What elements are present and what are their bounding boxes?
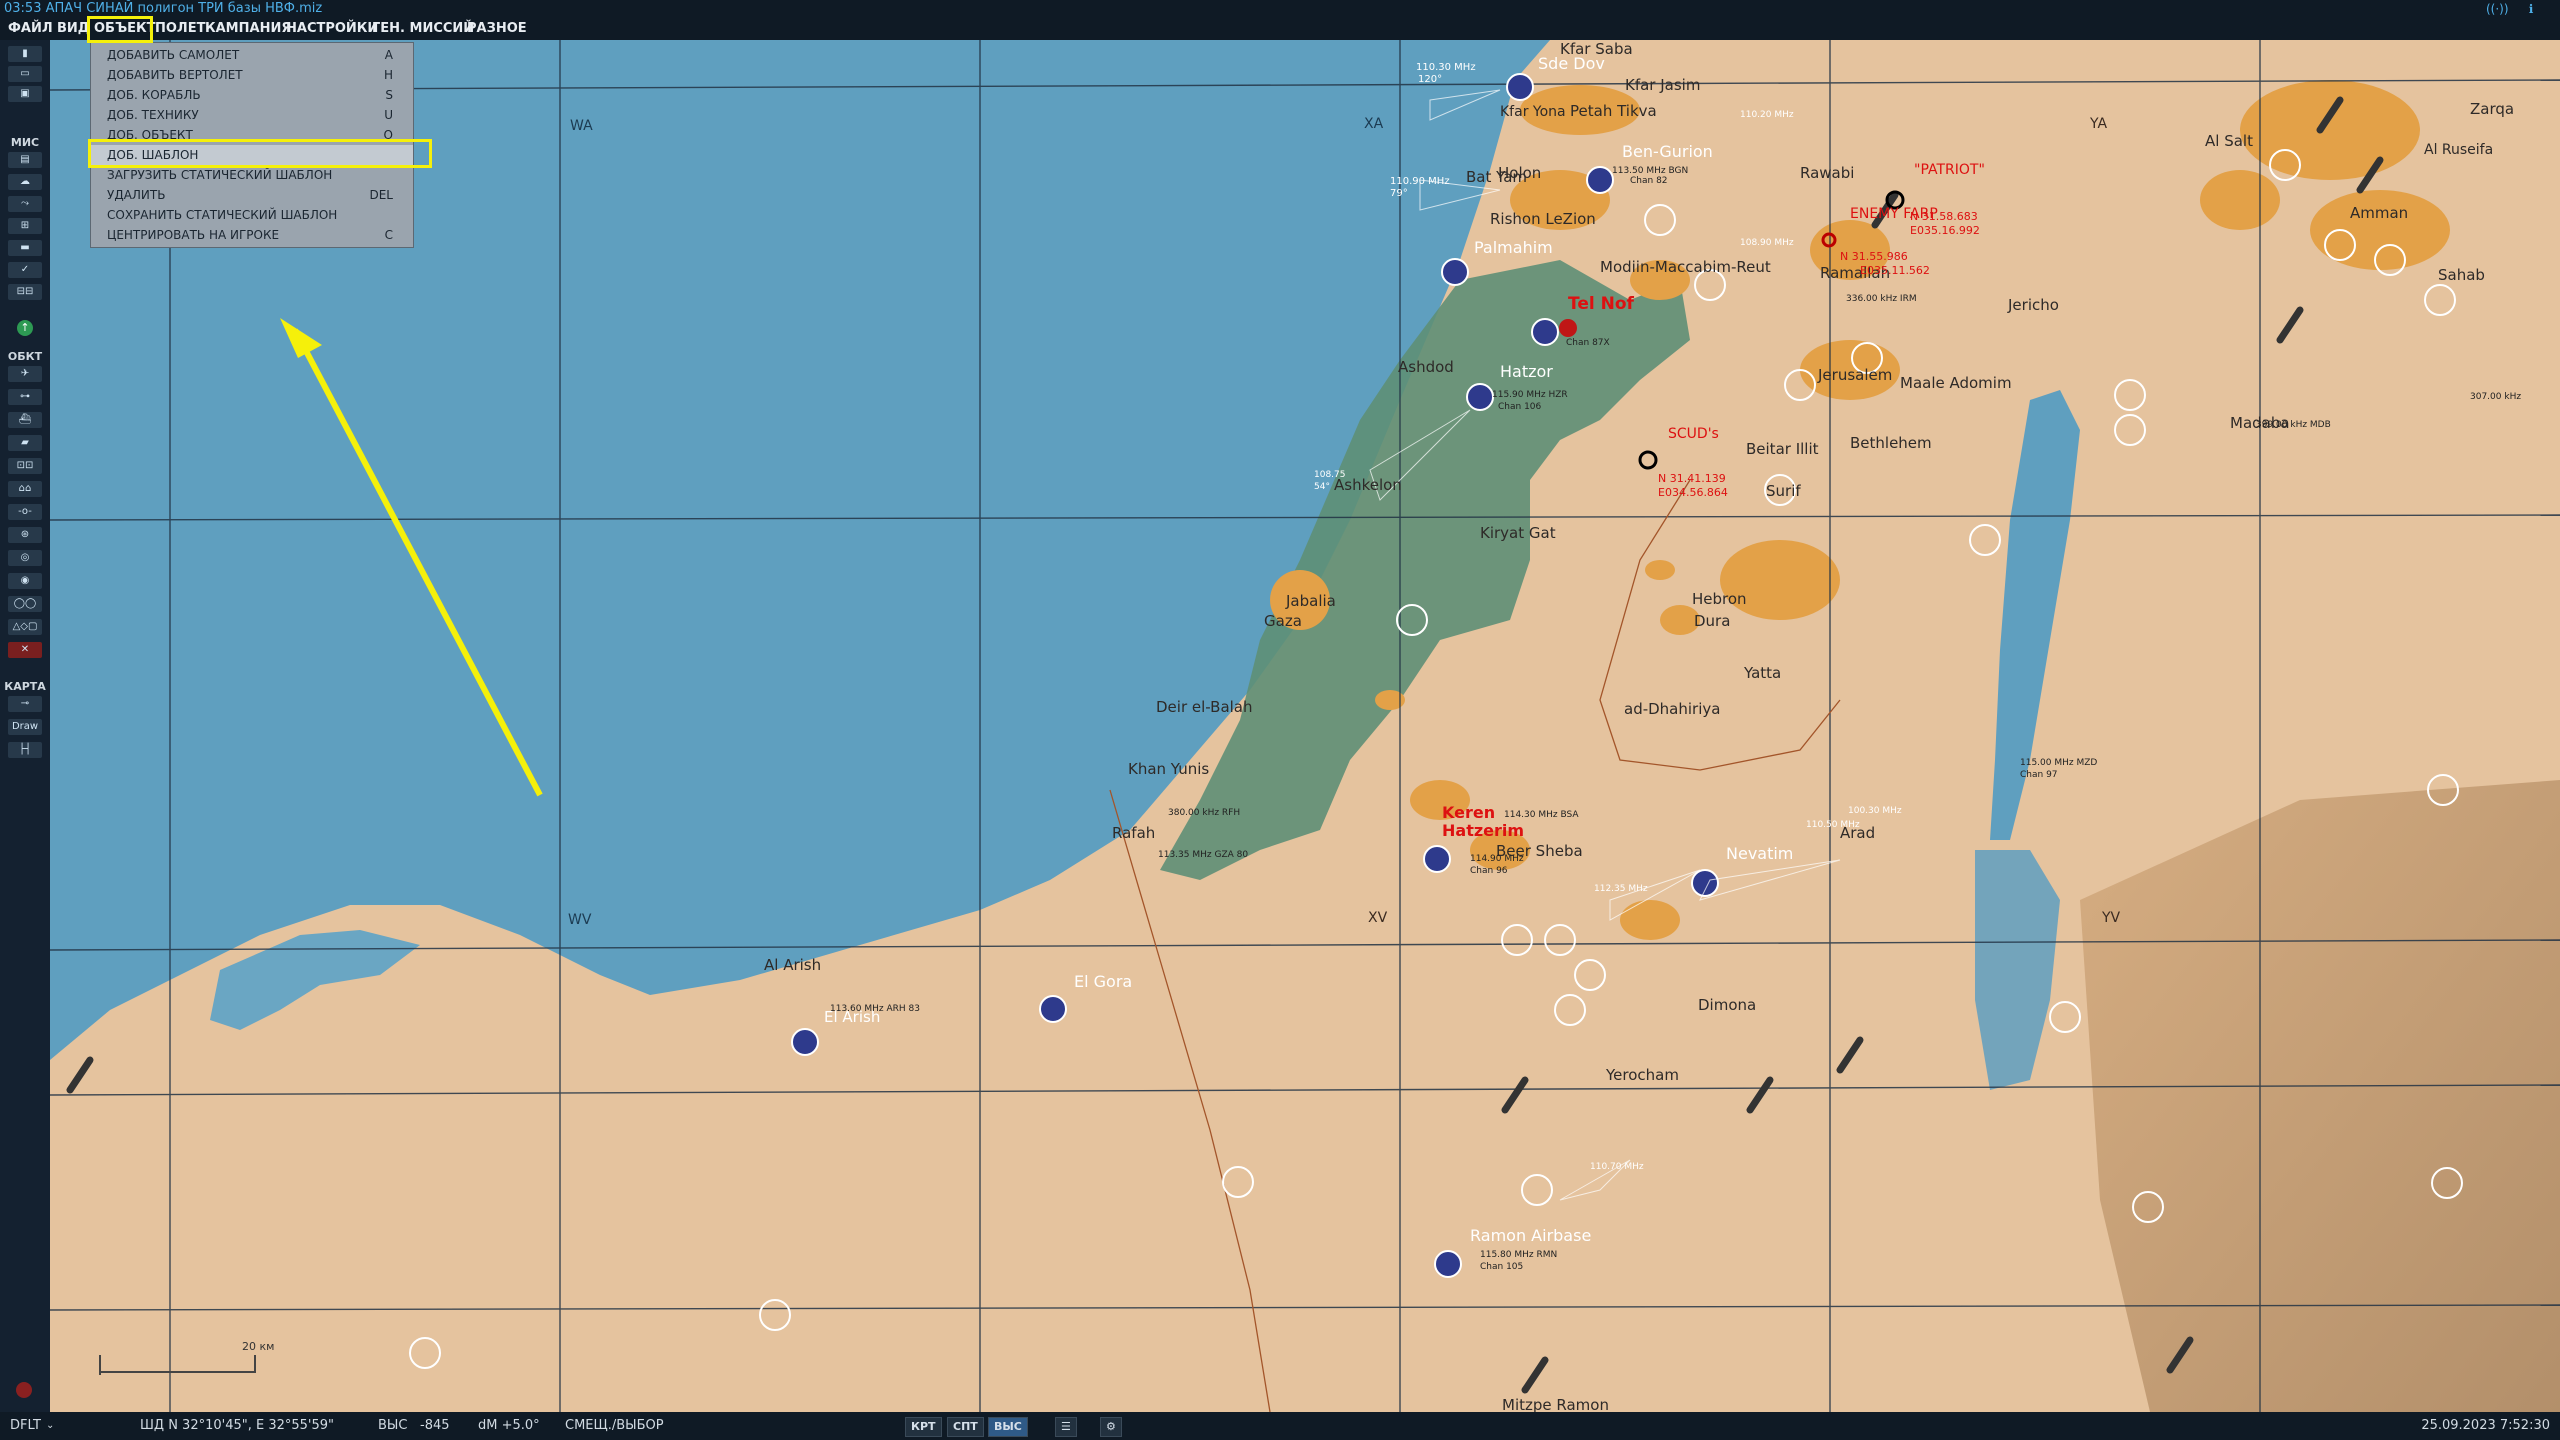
menu-item-add-plane[interactable]: ДОБАВИТЬ САМОЛЕТ A bbox=[91, 45, 413, 65]
settings-gear-icon[interactable]: ⚙ bbox=[1100, 1417, 1122, 1437]
add-zone-icon[interactable]: -o- bbox=[8, 504, 42, 520]
add-ship-icon[interactable]: ⛴ bbox=[8, 412, 42, 428]
add-vehicle-icon[interactable]: ▰ bbox=[8, 435, 42, 451]
add-plane-icon[interactable]: ✈ bbox=[8, 366, 42, 382]
menu-view[interactable]: ВИД bbox=[57, 18, 89, 40]
shapes-icon[interactable]: △◇▢ bbox=[8, 619, 42, 635]
altitude-mode-button[interactable]: ВЫС bbox=[988, 1417, 1028, 1437]
menu-item-add-ship[interactable]: ДОБ. КОРАБЛЬ S bbox=[91, 85, 413, 105]
satellite-mode-button[interactable]: СПТ bbox=[947, 1417, 984, 1437]
coalitions-icon[interactable]: ⊟⊟ bbox=[8, 284, 42, 300]
sidebar-group-map: КАРТА bbox=[4, 680, 46, 693]
briefing-icon[interactable]: ▤ bbox=[8, 152, 42, 168]
info-icon[interactable]: ℹ bbox=[2522, 2, 2540, 16]
menu-flight[interactable]: ПОЛЕТ bbox=[155, 18, 205, 40]
new-file-icon[interactable]: ▮ bbox=[8, 46, 42, 62]
record-icon[interactable] bbox=[16, 1382, 32, 1398]
menu-item-load-static-template[interactable]: ЗАГРУЗИТЬ СТАТИЧЕСКИЙ ШАБЛОН bbox=[91, 165, 413, 185]
alt-value: -845 bbox=[420, 1418, 450, 1433]
resources-icon[interactable]: ▬ bbox=[8, 240, 42, 256]
map-canvas[interactable]: WA XA YA WV XV YV Kfar Saba Sde Dov Kfar… bbox=[50, 40, 2560, 1412]
tel-nof-marker bbox=[1559, 319, 1577, 337]
window-title: 03:53 АПАЧ СИНАЙ полигон ТРИ базы НВФ.mi… bbox=[4, 1, 323, 16]
alt-label: ВЫС bbox=[378, 1418, 408, 1433]
menu-mission-gen[interactable]: ГЕН. МИССИЙ bbox=[372, 18, 474, 40]
add-static-icon[interactable]: ⊡⊡ bbox=[8, 458, 42, 474]
title-bar: 03:53 АПАЧ СИНАЙ полигон ТРИ базы НВФ.mi… bbox=[0, 0, 2560, 18]
menu-misc[interactable]: РАЗНОЕ bbox=[467, 18, 527, 40]
map-key-icon[interactable]: ⊸ bbox=[8, 696, 42, 712]
status-bar: DFLT ⌄ ШД N 32°10'45", E 32°55'59" ВЫС -… bbox=[0, 1412, 2560, 1440]
add-point-icon[interactable]: ◉ bbox=[8, 573, 42, 589]
sidebar-group-object: ОБКТ bbox=[7, 350, 43, 363]
menu-item-add-helicopter[interactable]: ДОБАВИТЬ ВЕРТОЛЕТ H bbox=[91, 65, 413, 85]
map-mode-button[interactable]: КРТ bbox=[905, 1417, 942, 1437]
open-folder-icon[interactable]: ▭ bbox=[8, 66, 42, 82]
mountains bbox=[2080, 780, 2560, 1412]
chevron-down-icon[interactable]: ⌄ bbox=[46, 1412, 54, 1440]
save-icon[interactable]: ▣ bbox=[8, 86, 42, 102]
highlight-menu-object bbox=[87, 16, 153, 43]
left-toolbar: ▮ ▭ ▣ МИС ▤ ☁ ⤳ ⊞ ▬ ✓ ⊟⊟ ↑ ОБКТ ✈ ⊶ ⛴ ▰ … bbox=[0, 40, 50, 1412]
add-link-icon[interactable]: ◯◯ bbox=[8, 596, 42, 612]
menu-settings[interactable]: НАСТРОЙКИ bbox=[286, 18, 378, 40]
layers-icon[interactable]: ☰ bbox=[1055, 1417, 1077, 1437]
menu-campaign[interactable]: КАМПАНИЯ bbox=[205, 18, 291, 40]
add-target-icon[interactable]: ◎ bbox=[8, 550, 42, 566]
go-arrow-icon[interactable]: ↑ bbox=[17, 320, 33, 336]
draw-button[interactable]: Draw bbox=[8, 719, 42, 735]
menu-item-center-player[interactable]: ЦЕНТРИРОВАТЬ НА ИГРОКЕ C bbox=[91, 225, 413, 245]
wifi-icon[interactable]: ((·)) bbox=[2486, 2, 2509, 16]
menu-item-save-static-template[interactable]: СОХРАНИТЬ СТАТИЧЕСКИЙ ШАБЛОН bbox=[91, 205, 413, 225]
menu-file[interactable]: ФАЙЛ bbox=[8, 18, 53, 40]
goals-icon[interactable]: ⤳ bbox=[8, 196, 42, 212]
weather-icon[interactable]: ☁ bbox=[8, 174, 42, 190]
menu-bar: ФАЙЛ ВИД ОБЪЕКТ ПОЛЕТ КАМПАНИЯ НАСТРОЙКИ… bbox=[0, 18, 2560, 41]
menu-item-delete[interactable]: УДАЛИТЬ DEL bbox=[91, 185, 413, 205]
add-helicopter-icon[interactable]: ⊶ bbox=[8, 389, 42, 405]
mode-selector[interactable]: DFLT bbox=[10, 1412, 41, 1440]
highlight-add-template bbox=[88, 139, 432, 168]
check-icon[interactable]: ✓ bbox=[8, 262, 42, 278]
datetime: 25.09.2023 7:52:30 bbox=[2421, 1418, 2550, 1433]
mode-text: СМЕЩ./ВЫБОР bbox=[565, 1418, 664, 1433]
add-template-icon[interactable]: ⌂⌂ bbox=[8, 481, 42, 497]
sidebar-group-mission: МИС bbox=[10, 136, 40, 149]
delete-icon[interactable]: ✕ bbox=[8, 642, 42, 658]
menu-item-add-vehicle[interactable]: ДОБ. ТЕХНИКУ U bbox=[91, 105, 413, 125]
cursor-coords: ШД N 32°10'45", E 32°55'59" bbox=[140, 1418, 335, 1433]
add-nav-icon[interactable]: ⊛ bbox=[8, 527, 42, 543]
dm-value: dM +5.0° bbox=[478, 1418, 540, 1433]
triggers-icon[interactable]: ⊞ bbox=[8, 218, 42, 234]
ruler-icon[interactable]: ├┤ bbox=[8, 742, 42, 758]
